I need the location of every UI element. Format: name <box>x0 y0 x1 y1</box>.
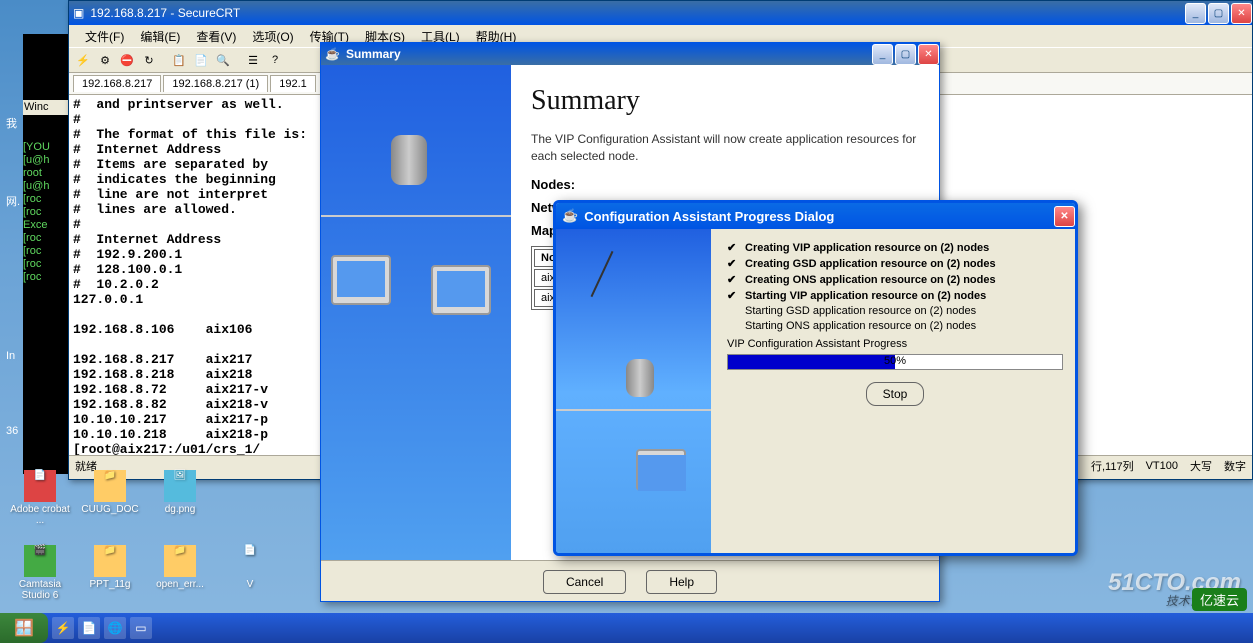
tb-disconnect-icon[interactable]: ⛔ <box>117 50 137 70</box>
taskbar: 🪟 ⚡ 📄 🌐 ▭ <box>0 613 1253 643</box>
progress-step-text: Starting VIP application resource on (2)… <box>745 290 986 302</box>
coffee-icon: ☕ <box>562 208 578 224</box>
progress-step: ✔ Creating ONS application resource on (2… <box>727 273 1063 286</box>
stop-button[interactable]: Stop <box>866 382 925 406</box>
start-button[interactable]: 🪟 <box>0 613 48 643</box>
minimize-button[interactable]: _ <box>1185 3 1206 24</box>
check-icon: ✔ <box>727 257 739 270</box>
check-icon: ✔ <box>727 273 739 286</box>
close-button[interactable]: ✕ <box>918 44 939 65</box>
taskbar-item[interactable]: 📄 <box>78 617 100 639</box>
progress-title: Configuration Assistant Progress Dialog <box>584 209 834 224</box>
tb-reconnect-icon[interactable]: ↻ <box>139 50 159 70</box>
securecrt-titlebar[interactable]: ▣ 192.168.8.217 - SecureCRT _ ▢ ✕ <box>69 1 1252 25</box>
progress-step: ✔ Creating VIP application resource on (2… <box>727 241 1063 254</box>
progress-graphic <box>556 229 711 556</box>
desktop-icon[interactable]: 📄V <box>215 545 285 601</box>
session-tab[interactable]: 192.168.8.217 (1) <box>163 75 268 92</box>
tb-props-icon[interactable]: ☰ <box>243 50 263 70</box>
progress-step-text: Starting GSD application resource on (2)… <box>745 305 976 317</box>
summary-graphic <box>321 65 511 560</box>
app-icon: ▣ <box>73 6 84 20</box>
summary-text: The VIP Configuration Assistant will now… <box>531 131 919 165</box>
progress-step: Starting ONS application resource on (2)… <box>727 320 1063 332</box>
taskbar-item[interactable]: ⚡ <box>52 617 74 639</box>
progress-label: VIP Configuration Assistant Progress <box>727 338 1063 350</box>
check-icon: ✔ <box>727 241 739 254</box>
taskbar-item[interactable]: 🌐 <box>104 617 126 639</box>
desktop-label: 我 <box>6 115 17 131</box>
desktop-label: 网. <box>6 193 20 209</box>
status-cols: 行,117列 <box>1091 458 1134 474</box>
tb-connect-icon[interactable]: ⚡ <box>73 50 93 70</box>
menu-view[interactable]: 查看(V) <box>188 26 244 47</box>
progress-content: ✔ Creating VIP application resource on (2… <box>711 229 1075 556</box>
desktop-label: In <box>6 350 15 362</box>
check-icon: ✔ <box>727 289 739 302</box>
summary-titlebar[interactable]: ☕ Summary _ ▢ ✕ <box>321 43 939 65</box>
minimize-button[interactable]: _ <box>872 44 893 65</box>
tb-quick-icon[interactable]: ⚙ <box>95 50 115 70</box>
session-tab[interactable]: 192.168.8.217 <box>73 75 161 92</box>
desktop-icon[interactable]: 🖼dg.png <box>145 470 215 526</box>
progress-step: ✔ Starting VIP application resource on (2… <box>727 289 1063 302</box>
tb-copy-icon[interactable]: 📋 <box>169 50 189 70</box>
menu-file[interactable]: 文件(F) <box>77 26 132 47</box>
progress-step: ✔ Creating GSD application resource on (2… <box>727 257 1063 270</box>
coffee-icon: ☕ <box>325 47 340 61</box>
corner-badge: 亿速云 <box>1192 588 1247 611</box>
status-term: VT100 <box>1146 460 1178 472</box>
menu-edit[interactable]: 编辑(E) <box>132 26 188 47</box>
status-num: 数字 <box>1224 458 1246 474</box>
maximize-button[interactable]: ▢ <box>1208 3 1229 24</box>
nodes-label: Nodes: <box>531 177 919 192</box>
progress-percent: 50% <box>884 355 906 367</box>
taskbar-item[interactable]: ▭ <box>130 617 152 639</box>
summary-title: Summary <box>346 47 401 61</box>
cancel-button[interactable]: Cancel <box>543 570 626 594</box>
tb-find-icon[interactable]: 🔍 <box>213 50 233 70</box>
side-terminal: Winc [YOU [u@h root [u@h [roc [roc Exce … <box>23 34 68 474</box>
status-caps: 大写 <box>1190 458 1212 474</box>
session-tab[interactable]: 192.1 <box>270 75 316 92</box>
summary-buttons: Cancel Help <box>321 560 939 602</box>
close-button[interactable]: ✕ <box>1054 206 1075 227</box>
maximize-button[interactable]: ▢ <box>895 44 916 65</box>
progress-step-text: Creating VIP application resource on (2)… <box>745 242 989 254</box>
tb-help-icon[interactable]: ? <box>265 50 285 70</box>
progress-step-text: Creating GSD application resource on (2)… <box>745 258 996 270</box>
help-button[interactable]: Help <box>646 570 717 594</box>
desktop-icon[interactable]: 📁PPT_11g <box>75 545 145 601</box>
tb-paste-icon[interactable]: 📄 <box>191 50 211 70</box>
desktop-icons: 📄Adobe crobat ... 📁CUUG_DOC 🖼dg.png <box>5 470 215 556</box>
desktop-icon[interactable]: 📁CUUG_DOC <box>75 470 145 526</box>
progress-dialog: ☕ Configuration Assistant Progress Dialo… <box>553 200 1078 556</box>
desktop-icon[interactable]: 📄Adobe crobat ... <box>5 470 75 526</box>
progress-step-text: Starting ONS application resource on (2)… <box>745 320 976 332</box>
desktop-label: 36 <box>6 425 18 437</box>
close-button[interactable]: ✕ <box>1231 3 1252 24</box>
window-title: 192.168.8.217 - SecureCRT <box>90 6 240 20</box>
desktop-icon[interactable]: 📁open_err... <box>145 545 215 601</box>
progress-bar: 50% <box>727 354 1063 370</box>
progress-step: Starting GSD application resource on (2)… <box>727 305 1063 317</box>
menu-options[interactable]: 选项(O) <box>244 26 301 47</box>
progress-titlebar[interactable]: ☕ Configuration Assistant Progress Dialo… <box>556 203 1075 229</box>
progress-step-text: Creating ONS application resource on (2)… <box>745 274 996 286</box>
desktop-icon[interactable]: 🎬Camtasia Studio 6 <box>5 545 75 601</box>
summary-heading: Summary <box>531 85 919 117</box>
